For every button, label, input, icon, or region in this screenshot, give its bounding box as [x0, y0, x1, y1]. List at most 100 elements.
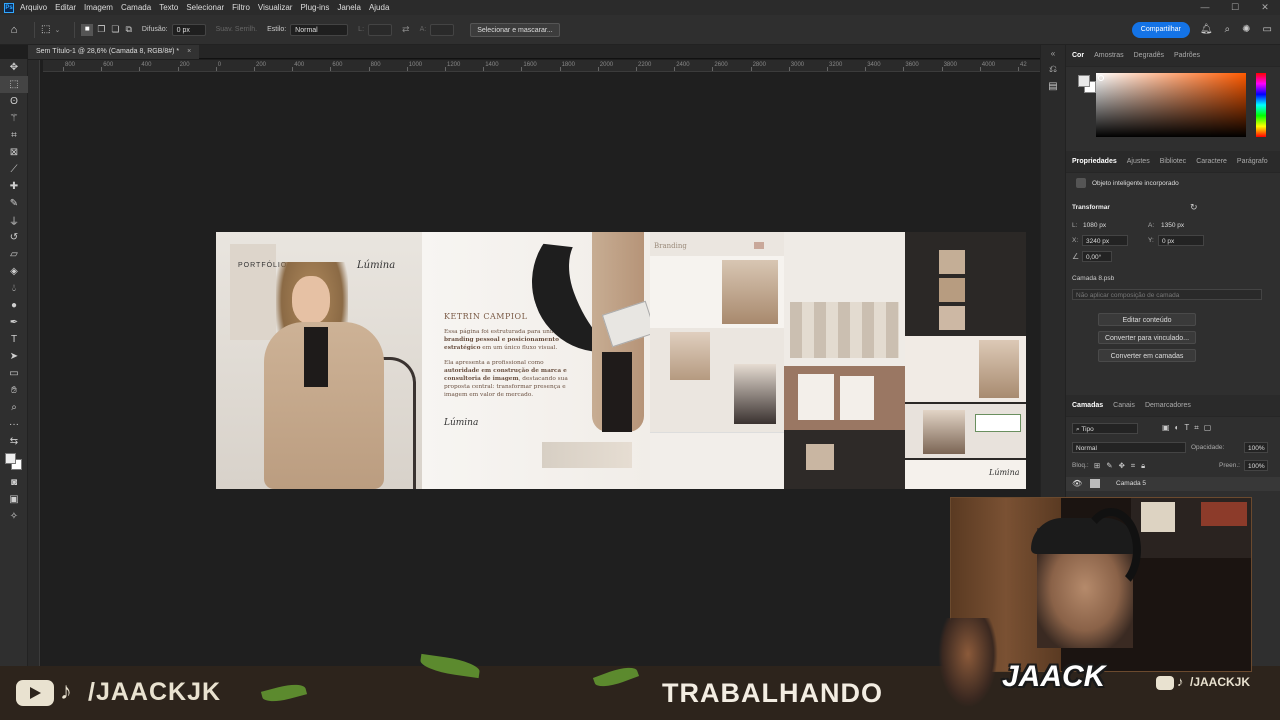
- healing-brush-icon[interactable]: ✚: [0, 178, 28, 195]
- share-button[interactable]: Compartilhar: [1131, 21, 1190, 38]
- layer-name[interactable]: Camada 5: [1116, 480, 1146, 487]
- generative-icon[interactable]: ✧: [0, 508, 28, 525]
- history-brush-icon[interactable]: ↺: [0, 229, 28, 246]
- document-canvas[interactable]: PORTFÓLIO Lúmina KETRIN CAMPIOL ⟶ Essa p…: [216, 232, 1026, 489]
- hue-slider[interactable]: [1256, 73, 1266, 137]
- zoom-tool-icon[interactable]: ⌕: [0, 399, 28, 416]
- select-and-mask-button[interactable]: Selecionar e mascarar...: [470, 22, 560, 37]
- fill-input[interactable]: 100%: [1244, 460, 1268, 471]
- eyedropper-tool-icon[interactable]: ⟋: [0, 161, 28, 178]
- lock-icons[interactable]: ⊞✎✥⌗🔒︎: [1094, 461, 1151, 471]
- menu-selecionar[interactable]: Selecionar: [186, 3, 224, 12]
- crop-tool-icon[interactable]: ⌗: [0, 127, 28, 144]
- frame-tool-icon[interactable]: ⊠: [0, 144, 28, 161]
- close-tab-button[interactable]: ×: [187, 48, 191, 55]
- layer-kind-filter[interactable]: ⌕ Tipo: [1072, 423, 1138, 434]
- visibility-eye-icon[interactable]: 👁︎: [1072, 479, 1082, 488]
- quick-mask-icon[interactable]: ◙: [0, 474, 28, 491]
- screen-mode-icon[interactable]: ▣: [0, 491, 28, 508]
- dodge-tool-icon[interactable]: ●: [0, 297, 28, 314]
- magic-wand-tool-icon[interactable]: ⚚: [0, 110, 28, 127]
- layer-comp-select[interactable]: Não aplicar composição de camada: [1072, 289, 1262, 300]
- close-window-button[interactable]: ✕: [1250, 2, 1280, 13]
- tab-ajustes[interactable]: Ajustes: [1127, 158, 1150, 165]
- menu-filtro[interactable]: Filtro: [232, 3, 250, 12]
- tab-camadas[interactable]: Camadas: [1072, 402, 1103, 409]
- difusao-input[interactable]: 0 px: [171, 23, 206, 36]
- subtract-selection-icon[interactable]: ❏: [111, 24, 119, 35]
- path-selection-icon[interactable]: ➤: [0, 348, 28, 365]
- workspace-icon[interactable]: ▭: [1263, 24, 1272, 35]
- convert-to-layers-button[interactable]: Converter em camadas: [1098, 349, 1196, 362]
- layer-filter-icons[interactable]: ▣◐T⌗▢: [1162, 423, 1216, 433]
- search-icon[interactable]: ⌕: [1225, 24, 1231, 35]
- discover-icon[interactable]: ✺: [1242, 24, 1250, 35]
- move-tool-icon[interactable]: ✥: [0, 59, 28, 76]
- menu-imagem[interactable]: Imagem: [84, 3, 113, 12]
- brush-tool-icon[interactable]: ✎: [0, 195, 28, 212]
- eraser-tool-icon[interactable]: ▱: [0, 246, 28, 263]
- swap-icon[interactable]: ⇄: [402, 24, 410, 35]
- paint-bucket-icon[interactable]: ◈: [0, 263, 28, 280]
- color-picker-handle[interactable]: [1098, 75, 1104, 81]
- menu-plugins[interactable]: Plug-ins: [300, 3, 329, 12]
- new-selection-icon[interactable]: ■: [81, 23, 94, 36]
- menu-editar[interactable]: Editar: [55, 3, 76, 12]
- menu-ajuda[interactable]: Ajuda: [369, 3, 389, 12]
- tab-cor[interactable]: Cor: [1072, 52, 1084, 59]
- stamp-tool-icon[interactable]: ⏚: [0, 212, 28, 229]
- blend-mode-select[interactable]: Normal: [1072, 442, 1186, 453]
- x-input[interactable]: 3240 px: [1082, 235, 1128, 246]
- lasso-tool-icon[interactable]: ʘ: [0, 93, 28, 110]
- marquee-tool-preset-icon[interactable]: ⬚: [41, 24, 50, 35]
- collapse-arrows-icon[interactable]: «: [1041, 49, 1065, 58]
- tab-padroes[interactable]: Padrões: [1174, 52, 1200, 59]
- more-tools-icon[interactable]: ···: [0, 416, 28, 433]
- document-tab[interactable]: Sem Título-1 @ 28,6% (Camada 8, RGB/8#) …: [28, 45, 200, 59]
- intersect-selection-icon[interactable]: ⧉: [125, 24, 131, 35]
- antialias-checkbox[interactable]: Suav. Serrilh.: [216, 26, 258, 33]
- menu-janela[interactable]: Janela: [337, 3, 361, 12]
- layer-row[interactable]: 👁︎ Camada 5: [1066, 477, 1280, 491]
- height-value[interactable]: 1350 px: [1161, 222, 1184, 229]
- type-tool-icon[interactable]: T: [0, 331, 28, 348]
- tab-demarcadores[interactable]: Demarcadores: [1145, 402, 1191, 409]
- tab-propriedades[interactable]: Propriedades: [1072, 158, 1117, 165]
- menu-arquivo[interactable]: Arquivo: [20, 3, 47, 12]
- swap-colors-icon[interactable]: ⇆: [0, 433, 28, 450]
- notifications-icon[interactable]: 🔔︎: [1200, 24, 1213, 35]
- tab-bibliotecas[interactable]: Bibliotec: [1160, 158, 1186, 165]
- opacity-input[interactable]: 100%: [1244, 442, 1268, 453]
- tab-paragrafo[interactable]: Parágrafo: [1237, 158, 1268, 165]
- color-field[interactable]: [1096, 73, 1246, 137]
- color-swatches[interactable]: [0, 450, 28, 474]
- tab-canais[interactable]: Canais: [1113, 402, 1135, 409]
- foreground-color-swatch[interactable]: [5, 453, 16, 464]
- add-selection-icon[interactable]: ❐: [97, 24, 105, 35]
- estilo-select[interactable]: Normal: [290, 23, 349, 36]
- color-chips[interactable]: [1078, 75, 1098, 95]
- convert-to-linked-button[interactable]: Converter para vinculado...: [1098, 331, 1196, 344]
- menu-camada[interactable]: Camada: [121, 3, 151, 12]
- maximize-button[interactable]: ☐: [1220, 2, 1250, 13]
- width-value[interactable]: 1080 px: [1083, 222, 1106, 229]
- chevron-down-icon[interactable]: ⌄: [54, 26, 60, 34]
- minimize-button[interactable]: —: [1190, 2, 1220, 13]
- reset-transform-icon[interactable]: ↻: [1190, 202, 1198, 213]
- height-input[interactable]: [430, 23, 455, 36]
- y-input[interactable]: 0 px: [1158, 235, 1204, 246]
- pen-tool-icon[interactable]: ✒: [0, 314, 28, 331]
- tab-amostras[interactable]: Amostras: [1094, 52, 1124, 59]
- angle-input[interactable]: 0,00°: [1082, 251, 1112, 262]
- tab-degrades[interactable]: Degradês: [1134, 52, 1164, 59]
- comments-panel-icon[interactable]: ▤: [1041, 81, 1065, 92]
- hand-tool-icon[interactable]: ✋︎: [0, 382, 28, 399]
- history-panel-icon[interactable]: ⎌: [1041, 64, 1065, 75]
- marquee-tool-icon[interactable]: ⬚: [0, 76, 28, 93]
- tab-caractere[interactable]: Caractere: [1196, 158, 1227, 165]
- rectangle-tool-icon[interactable]: ▭: [0, 365, 28, 382]
- menu-texto[interactable]: Texto: [159, 3, 178, 12]
- edit-contents-button[interactable]: Editar conteúdo: [1098, 313, 1196, 326]
- width-input[interactable]: [368, 23, 393, 36]
- home-icon[interactable]: ⌂: [0, 24, 28, 36]
